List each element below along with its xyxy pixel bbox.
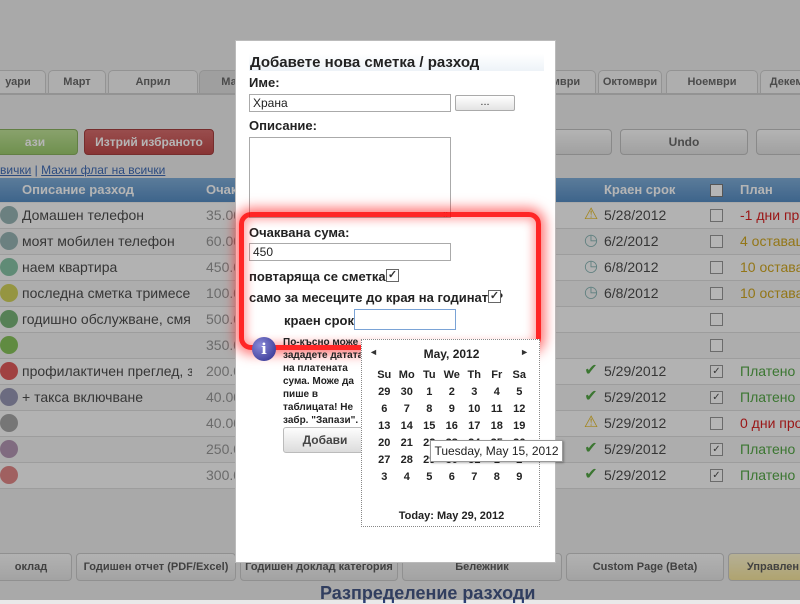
calendar-weekday: Mo: [398, 369, 415, 381]
calendar-day[interactable]: 3: [373, 469, 396, 486]
calendar-day[interactable]: 1: [418, 384, 441, 401]
dialog-title: Добавете нова сметка / разход: [249, 54, 544, 71]
calendar-day[interactable]: 21: [396, 435, 419, 452]
calendar-day[interactable]: 7: [463, 469, 486, 486]
calendar-day[interactable]: 17: [463, 418, 486, 435]
add-button[interactable]: Добави: [283, 427, 367, 453]
calendar-day[interactable]: 29: [373, 384, 396, 401]
calendar-day[interactable]: 3: [463, 384, 486, 401]
calendar-day[interactable]: 9: [508, 469, 531, 486]
red-highlight-annotation: [239, 212, 541, 350]
calendar-day[interactable]: 10: [463, 401, 486, 418]
calendar-grid: Su Mo Tu We Th Fr Sa 29 30 1 2 3 4 5 6 7 8 9 10 11 12 13 14 15 1…: [373, 367, 531, 486]
calendar-week: 29 30 1 2 3 4 5: [373, 384, 531, 401]
calendar-day[interactable]: 14: [396, 418, 419, 435]
calendar-day[interactable]: 5: [508, 384, 531, 401]
date-picker: ◄ May, 2012 ► Su Mo Tu We Th Fr Sa 29 30 1 2 3 4 5 6 7 8…: [361, 339, 540, 527]
calendar-day[interactable]: 6: [373, 401, 396, 418]
calendar-weekday: Su: [377, 369, 392, 381]
calendar-week: 3456789: [373, 469, 531, 486]
calendar-weekday: Th: [467, 369, 481, 381]
next-month-icon[interactable]: ►: [520, 347, 529, 357]
calendar-day[interactable]: 4: [486, 384, 509, 401]
calendar-day[interactable]: 18: [486, 418, 509, 435]
calendar-day[interactable]: 4: [396, 469, 419, 486]
calendar-weekday-row: Su Mo Tu We Th Fr Sa: [373, 367, 531, 384]
calendar-day[interactable]: 16: [441, 418, 464, 435]
description-textarea[interactable]: [249, 137, 451, 219]
calendar-day[interactable]: 19: [508, 418, 531, 435]
calendar-day[interactable]: 13: [373, 418, 396, 435]
calendar-day[interactable]: 20: [373, 435, 396, 452]
browse-button[interactable]: ...: [455, 95, 515, 111]
calendar-weekday: Fr: [491, 369, 503, 381]
calendar-day[interactable]: 8: [486, 469, 509, 486]
calendar-day[interactable]: 11: [486, 401, 509, 418]
calendar-day[interactable]: 30: [396, 384, 419, 401]
calendar-weekday: We: [443, 369, 460, 381]
calendar-day[interactable]: 8: [418, 401, 441, 418]
calendar-weekday: Tu: [422, 369, 436, 381]
calendar-today-link[interactable]: Today: May 29, 2012: [362, 510, 541, 522]
calendar-day[interactable]: 6: [441, 469, 464, 486]
description-label: Описание:: [249, 118, 317, 133]
name-input[interactable]: [249, 94, 451, 112]
calendar-week: 6 7 8 9 10 11 12: [373, 401, 531, 418]
name-label: Име:: [249, 75, 280, 90]
calendar-month-label: May, 2012: [423, 347, 480, 361]
calendar-day[interactable]: 28: [396, 452, 419, 469]
calendar-day[interactable]: 12: [508, 401, 531, 418]
info-text: По-късно може да зададете датата на плат…: [283, 337, 373, 426]
info-icon: i: [252, 337, 276, 361]
calendar-day[interactable]: 5: [418, 469, 441, 486]
calendar-weekday: Sa: [512, 369, 526, 381]
calendar-day[interactable]: 27: [373, 452, 396, 469]
calendar-day[interactable]: 15: [418, 418, 441, 435]
date-tooltip: Tuesday, May 15, 2012: [430, 440, 563, 462]
calendar-day[interactable]: 7: [396, 401, 419, 418]
calendar-week: 13 14 15 16 17 18 19: [373, 418, 531, 435]
calendar-day[interactable]: 9: [441, 401, 464, 418]
calendar-day[interactable]: 2: [441, 384, 464, 401]
